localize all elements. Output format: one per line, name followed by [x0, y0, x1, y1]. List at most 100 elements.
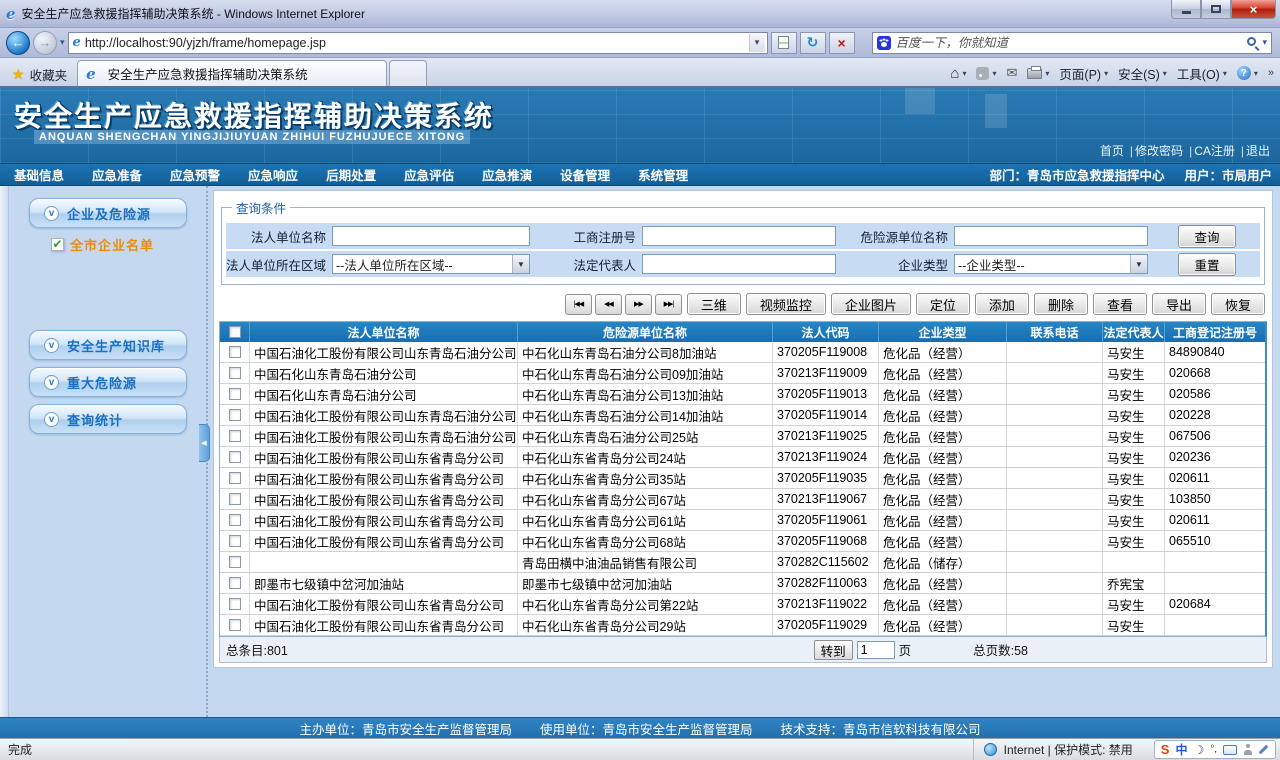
link-logout[interactable]: 退出 [1246, 144, 1270, 158]
toolbar-action-button[interactable]: 恢复 [1210, 293, 1265, 315]
table-row[interactable]: 中国石油化工股份有限公司山东青岛石油分公司 中石化山东青岛石油分公司25站 37… [220, 426, 1265, 447]
column-header[interactable]: 联系电话 [1007, 322, 1103, 342]
menu-item[interactable]: 应急推演 [468, 164, 546, 185]
menu-item[interactable]: 应急预警 [156, 164, 234, 185]
table-row[interactable]: 中国石油化工股份有限公司山东省青岛分公司 中石化山东省青岛分公司29站 3702… [220, 615, 1265, 636]
home-button[interactable]: ⌂ ▾ [950, 65, 966, 82]
refresh-button[interactable]: ↻ [799, 31, 826, 54]
row-checkbox[interactable] [228, 346, 241, 358]
pager-button[interactable]: ▶▶ [624, 293, 652, 315]
forward-button[interactable]: → [33, 30, 57, 55]
menu-item[interactable]: 应急准备 [78, 164, 156, 185]
row-checkbox[interactable] [228, 535, 241, 547]
feeds-button[interactable]: ▾ [976, 66, 996, 80]
maximize-button[interactable] [1201, 0, 1231, 19]
sidebar-item-query-statistics[interactable]: v 查询统计 [29, 404, 187, 434]
column-header[interactable]: 工商登记注册号 [1165, 322, 1265, 342]
ime-settings-icon[interactable] [1258, 744, 1269, 755]
toolbar-action-button[interactable]: 三维 [686, 293, 741, 315]
table-row[interactable]: 中国石油化工股份有限公司山东省青岛分公司 中石化山东省青岛分公司68站 3702… [220, 531, 1265, 552]
column-header[interactable]: 危险源单位名称 [518, 322, 773, 342]
table-row[interactable]: 即墨市七级镇中岔河加油站 即墨市七级镇中岔河加油站 370282F110063 … [220, 573, 1265, 594]
table-row[interactable]: 中国石油化工股份有限公司山东青岛石油分公司 中石化山东青岛石油分公司8加油站 3… [220, 342, 1265, 363]
security-menu-button[interactable]: 安全(S) ▾ [1118, 64, 1167, 83]
sidebar-collapse-handle[interactable]: ◀ [199, 424, 210, 462]
table-row[interactable]: 中国石油化工股份有限公司山东青岛石油分公司 中石化山东青岛石油分公司14加油站 … [220, 405, 1265, 426]
column-header[interactable]: 法人单位名称 [250, 322, 518, 342]
menu-item[interactable]: 设备管理 [546, 164, 624, 185]
url-input[interactable] [84, 35, 749, 50]
row-checkbox[interactable] [228, 388, 241, 400]
link-home[interactable]: 首页 [1100, 144, 1124, 158]
link-ca-register[interactable]: CA注册 [1194, 144, 1235, 158]
goto-page-button[interactable]: 转到 [813, 639, 853, 660]
pager-button[interactable]: ◀◀ [594, 293, 622, 315]
toolbar-action-button[interactable]: 视频监控 [745, 293, 826, 315]
reset-button[interactable]: 重置 [1178, 252, 1236, 276]
toolbar-action-button[interactable]: 查看 [1092, 293, 1147, 315]
ime-account-icon[interactable] [1243, 744, 1252, 755]
select-all-checkbox[interactable] [228, 326, 241, 338]
legal-name-input[interactable] [333, 227, 529, 245]
toolbar-action-button[interactable]: 企业图片 [830, 293, 911, 315]
row-checkbox[interactable] [228, 514, 241, 526]
row-checkbox[interactable] [228, 367, 241, 379]
table-row[interactable]: 青岛田横中油油品销售有限公司 370282C115602 危化品（储存） [220, 552, 1265, 573]
back-button[interactable]: ← [6, 30, 30, 55]
punctuation-icon[interactable]: °, [1210, 744, 1217, 755]
tools-menu-button[interactable]: 工具(O) ▾ [1177, 64, 1227, 83]
sidebar-item-enterprise-hazard[interactable]: v 企业及危险源 [29, 198, 187, 228]
row-checkbox[interactable] [228, 577, 241, 589]
menu-item[interactable]: 基础信息 [0, 164, 78, 185]
page-number-input[interactable] [856, 640, 895, 659]
table-row[interactable]: 中国石化山东青岛石油分公司 中石化山东青岛石油分公司09加油站 370213F1… [220, 363, 1265, 384]
row-checkbox[interactable] [228, 409, 241, 421]
row-checkbox[interactable] [228, 493, 241, 505]
sidebar-item-safety-knowledge-base[interactable]: v 安全生产知识库 [29, 330, 187, 360]
help-button[interactable]: ? ▾ [1236, 66, 1258, 80]
menu-item[interactable]: 系统管理 [624, 164, 702, 185]
stop-button[interactable]: × [828, 31, 855, 54]
table-row[interactable]: 中国石油化工股份有限公司山东省青岛分公司 中石化山东省青岛分公司24站 3702… [220, 447, 1265, 468]
search-button[interactable]: 查询 [1178, 224, 1236, 248]
print-button[interactable]: ▾ [1027, 65, 1049, 79]
search-dropdown-icon[interactable]: ▾ [1262, 37, 1267, 48]
row-checkbox[interactable] [228, 472, 241, 484]
menu-item[interactable]: 应急响应 [234, 164, 312, 185]
chinese-mode-icon[interactable]: 中 [1175, 741, 1187, 758]
reg-no-input[interactable] [643, 227, 835, 245]
row-checkbox[interactable] [228, 556, 241, 568]
legal-rep-input[interactable] [643, 255, 835, 273]
table-row[interactable]: 中国石油化工股份有限公司山东省青岛分公司 中石化山东省青岛分公司67站 3702… [220, 489, 1265, 510]
toolbar-action-button[interactable]: 添加 [974, 293, 1029, 315]
history-chevron-icon[interactable]: ▾ [60, 37, 65, 48]
column-header[interactable]: 法定代表人 [1103, 322, 1165, 342]
region-select[interactable]: --法人单位所在区域-- ▼ [332, 254, 530, 274]
ent-type-select[interactable]: --企业类型-- ▼ [954, 254, 1148, 274]
table-row[interactable]: 中国石油化工股份有限公司山东省青岛分公司 中石化山东省青岛分公司35站 3702… [220, 468, 1265, 489]
search-magnifier-icon[interactable] [1247, 37, 1257, 46]
row-checkbox[interactable] [228, 598, 241, 610]
menu-item[interactable]: 后期处置 [312, 164, 390, 185]
pager-button[interactable]: ▶▶| [654, 293, 682, 315]
row-checkbox[interactable] [228, 430, 241, 442]
browser-tab[interactable]: e 安全生产应急救援指挥辅助决策系统 [77, 60, 388, 86]
table-row[interactable]: 中国石油化工股份有限公司山东省青岛分公司 中石化山东省青岛分公司61站 3702… [220, 510, 1265, 531]
table-row[interactable]: 中国石化山东青岛石油分公司 中石化山东青岛石油分公司13加油站 370205F1… [220, 384, 1265, 405]
row-checkbox[interactable] [228, 619, 241, 631]
column-header[interactable]: 企业类型 [879, 322, 1007, 342]
mail-button[interactable]: ✉ [1006, 65, 1017, 81]
menu-item[interactable]: 应急评估 [390, 164, 468, 185]
fullwidth-icon[interactable]: ☽ [1193, 743, 1204, 757]
new-tab-stub[interactable] [389, 60, 428, 86]
toolbar-action-button[interactable]: 删除 [1033, 293, 1088, 315]
table-row[interactable]: 中国石油化工股份有限公司山东省青岛分公司 中石化山东省青岛分公司第22站 370… [220, 594, 1265, 615]
pager-button[interactable]: |◀◀ [564, 293, 592, 315]
toolbar-action-button[interactable]: 定位 [915, 293, 970, 315]
favorites-button[interactable]: ★ 收藏夹 [6, 62, 77, 86]
minimize-button[interactable] [1171, 0, 1201, 19]
hazard-name-input[interactable] [955, 227, 1147, 245]
compatibility-view-button[interactable] [770, 31, 797, 54]
search-input[interactable] [895, 35, 1244, 50]
page-menu-button[interactable]: 页面(P) ▾ [1059, 64, 1108, 83]
